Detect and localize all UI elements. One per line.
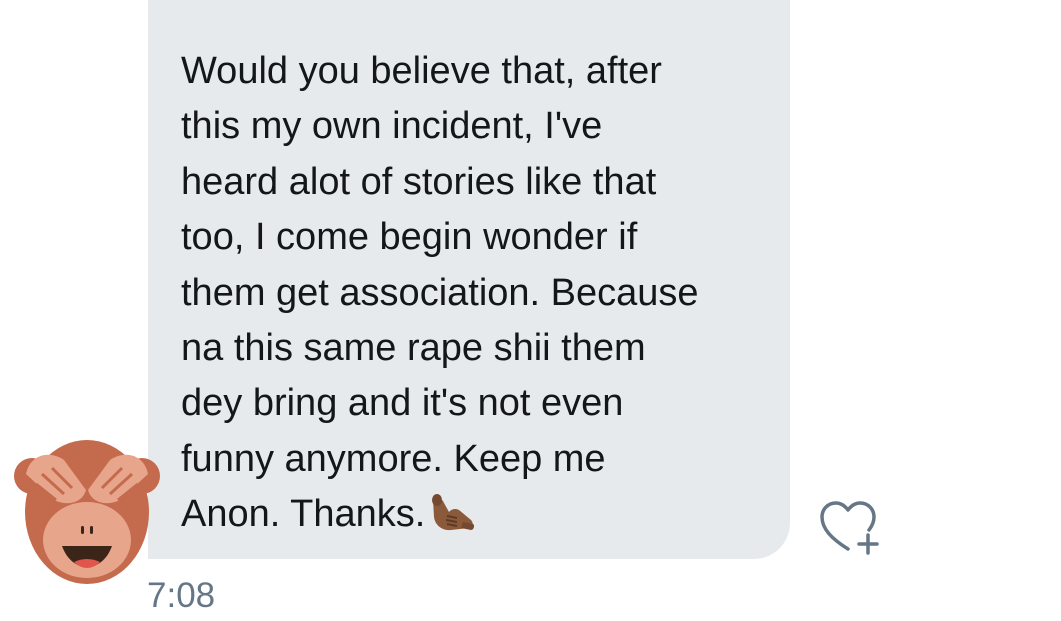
sender-avatar[interactable] [12,434,162,584]
message-line: na this same rape shii them [181,327,646,370]
message-line: dey bring and it's not even [181,382,624,425]
message-line: too, I come begin wonder if [181,216,638,259]
message-line: Would you believe that, after [181,50,662,92]
message-line: funny anymore. Keep me [181,437,606,480]
see-no-evil-monkey-icon [14,440,160,584]
call-me-hand-icon [432,494,475,531]
message-line: them get association. Because [181,271,699,314]
message-text: Would you believe that, after this my ow… [181,44,771,543]
like-button[interactable] [818,497,884,559]
heart-plus-icon [820,501,879,555]
message-line: Anon. Thanks. [181,493,426,536]
message-line: heard alot of stories like that [181,160,657,203]
message-line: this my own incident, I've [181,105,603,148]
message-timestamp: 7:08 [147,576,216,615]
